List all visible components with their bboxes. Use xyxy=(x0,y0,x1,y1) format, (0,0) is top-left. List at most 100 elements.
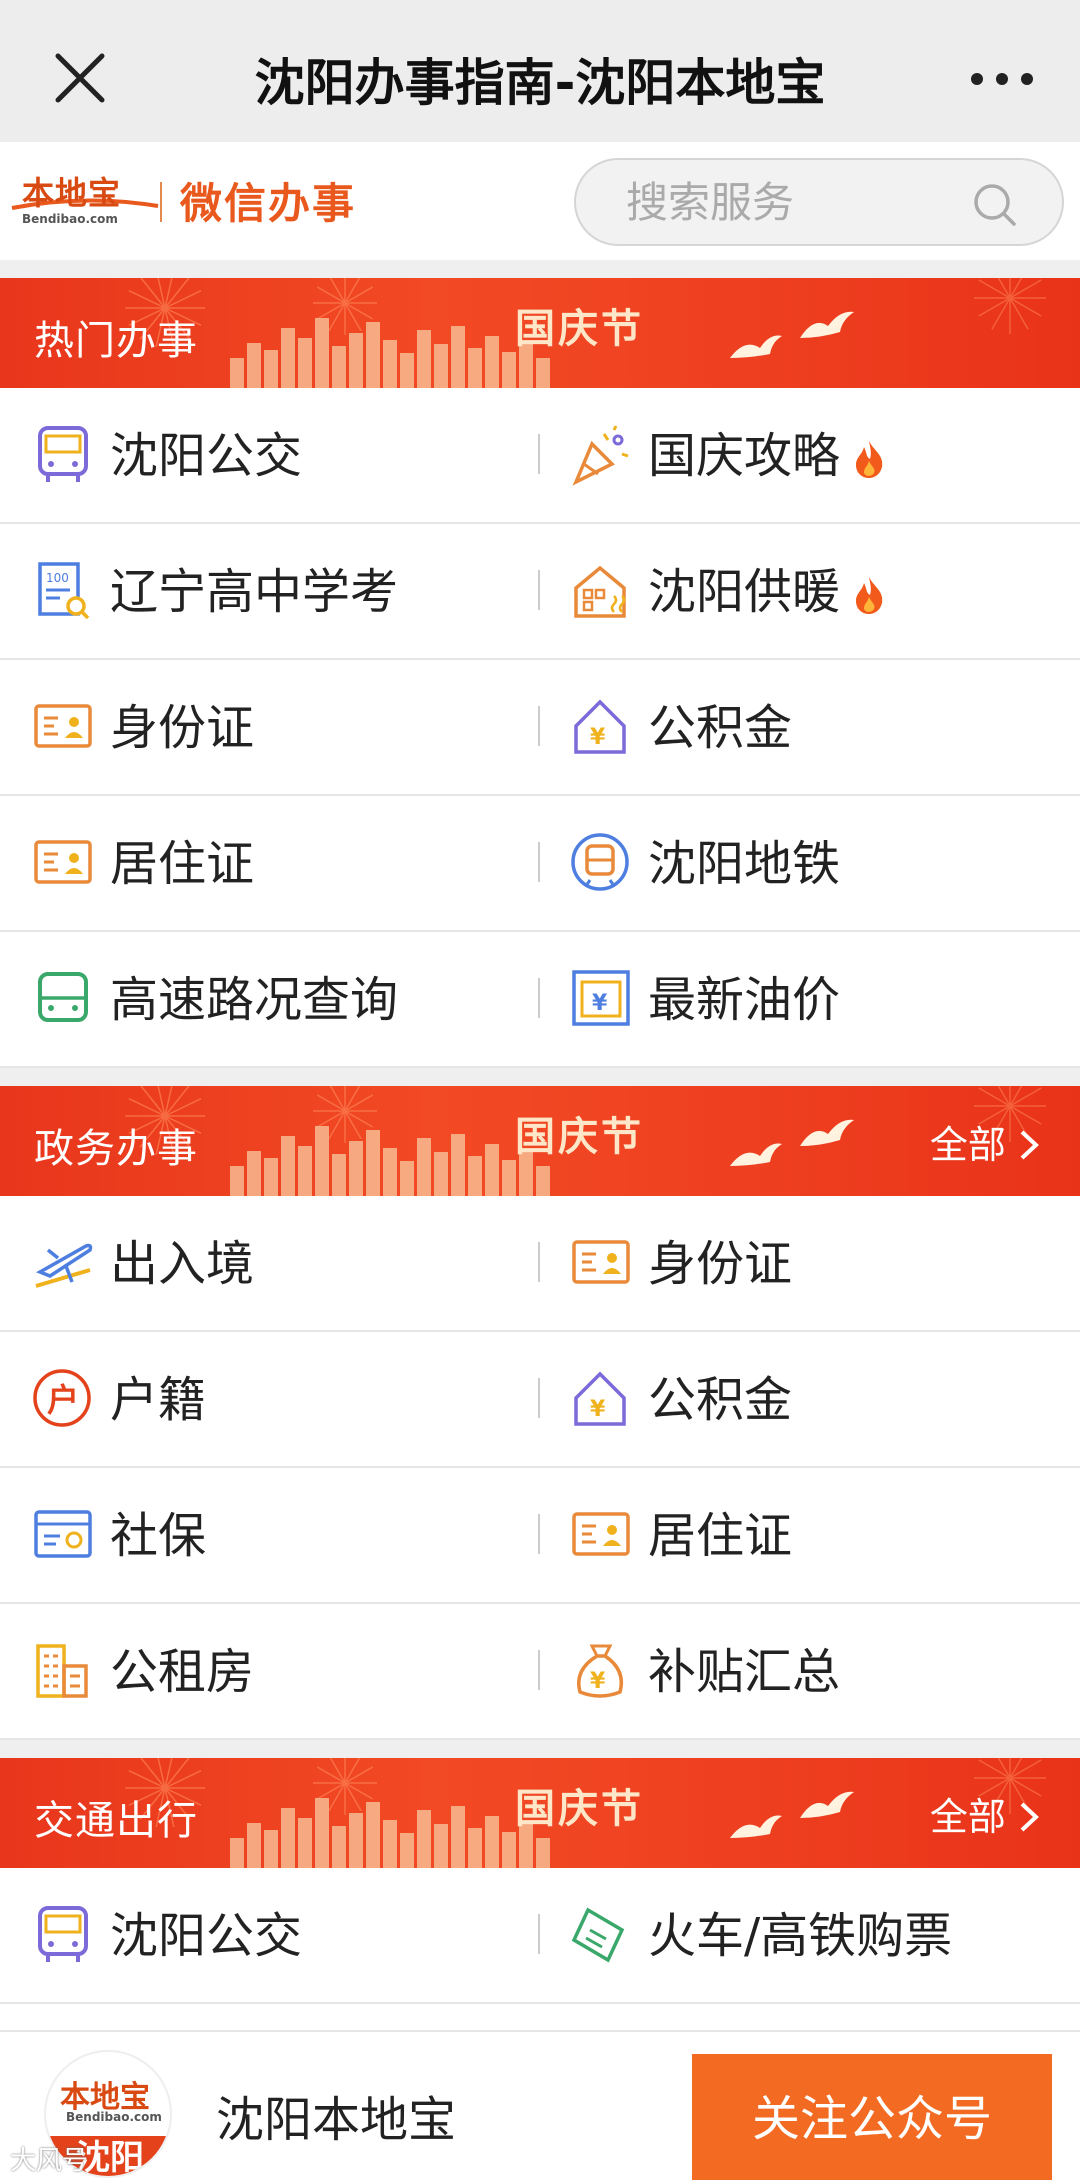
logo-subtext: Bendibao.com xyxy=(22,212,118,226)
section-title: 交通出行 xyxy=(34,1798,198,1844)
service-label: 公租房 xyxy=(110,1644,255,1700)
service-label: 居住证 xyxy=(110,836,255,892)
service-label: 身份证 xyxy=(110,700,255,756)
section-banner: 政务办事 国庆节 全部 xyxy=(0,1086,1080,1196)
service-item[interactable]: 户 户籍 xyxy=(0,1332,540,1466)
service-row: 居住证 沈阳地铁 xyxy=(0,796,1080,932)
service-label: 沈阳地铁 xyxy=(648,836,841,892)
service-row: 身份证 ¥ 公积金 xyxy=(0,660,1080,796)
holiday-label: 国庆节 xyxy=(515,1785,644,1832)
svg-text:¥: ¥ xyxy=(592,991,608,1016)
chevron-right-icon xyxy=(1020,1802,1039,1832)
service-item[interactable]: 身份证 xyxy=(0,660,540,794)
oil-price-icon: ¥ xyxy=(572,970,630,1026)
row-divider xyxy=(538,1378,540,1418)
service-item[interactable]: 沈阳公交 xyxy=(0,388,540,522)
service-label: 辽宁高中学考 xyxy=(110,564,399,620)
bus-icon xyxy=(38,426,88,482)
service-item[interactable]: 高速路况查询 xyxy=(0,932,540,1066)
follow-account-button[interactable]: 关注公众号 xyxy=(692,2054,1052,2180)
bendibao-logo[interactable]: 本地宝 Bendibao.com xyxy=(10,170,160,234)
section-banner: 热门办事 国庆节 xyxy=(0,278,1080,388)
service-row: 沈阳公交 火车/高铁购票 xyxy=(0,1868,1080,2004)
service-label: 沈阳供暖 xyxy=(648,562,886,622)
service-item[interactable]: 沈阳公交 xyxy=(0,1868,540,2002)
service-label: 居住证 xyxy=(648,1508,793,1564)
row-divider xyxy=(538,1914,540,1954)
view-all-link[interactable]: 全部 xyxy=(930,1786,1040,1841)
service-label: 户籍 xyxy=(110,1372,207,1428)
household-icon: 户 xyxy=(33,1369,91,1427)
service-item[interactable]: ¥ 最新油价 xyxy=(540,932,1080,1066)
service-item[interactable]: 居住证 xyxy=(540,1468,1080,1602)
footer-bar: 本地宝 Bendibao.com 沈阳 沈阳本地宝 关注公众号 xyxy=(0,2030,1080,2180)
svg-text:¥: ¥ xyxy=(590,1669,606,1694)
highway-icon xyxy=(38,972,88,1022)
firework-decoration xyxy=(974,278,1046,334)
service-item[interactable]: 沈阳供暖 xyxy=(540,524,1080,658)
section-title: 热门办事 xyxy=(34,318,198,364)
service-row: 沈阳公交 国庆攻略 xyxy=(0,388,1080,524)
id-card-icon xyxy=(34,840,92,884)
section-title: 政务办事 xyxy=(34,1126,198,1172)
close-icon[interactable] xyxy=(52,50,108,106)
city-skyline-decoration xyxy=(230,318,550,388)
service-item[interactable]: 沈阳地铁 xyxy=(540,796,1080,930)
hot-fire-icon xyxy=(856,577,883,614)
id-card-icon xyxy=(34,704,92,748)
service-label: 补贴汇总 xyxy=(648,1644,841,1700)
service-item[interactable]: 火车/高铁购票 xyxy=(540,1868,1080,2002)
service-label: 火车/高铁购票 xyxy=(648,1908,953,1964)
view-all-label: 全部 xyxy=(929,1795,1006,1839)
section-banner: 交通出行 国庆节 全部 xyxy=(0,1758,1080,1868)
fund-house-icon: ¥ xyxy=(574,1371,626,1426)
search-icon[interactable] xyxy=(972,182,1018,228)
service-label: 国庆攻略 xyxy=(648,426,886,486)
service-item[interactable]: 居住证 xyxy=(0,796,540,930)
social-card-icon xyxy=(34,1510,92,1558)
row-divider xyxy=(538,434,540,474)
service-item[interactable]: ¥ 公积金 xyxy=(540,1332,1080,1466)
plane-icon xyxy=(35,1243,93,1288)
service-item[interactable]: ¥ 补贴汇总 xyxy=(540,1604,1080,1738)
hot-fire-icon xyxy=(856,441,883,478)
service-item[interactable]: ¥ 公积金 xyxy=(540,660,1080,794)
wechat-service-title: 微信办事 xyxy=(180,179,357,228)
service-item[interactable]: 100 辽宁高中学考 xyxy=(0,524,540,658)
section-gap xyxy=(0,1068,1080,1086)
exam-icon: 100 xyxy=(38,562,90,620)
service-item[interactable]: 国庆攻略 xyxy=(540,388,1080,522)
service-row: 100 辽宁高中学考 沈阳供暖 xyxy=(0,524,1080,660)
view-all-link[interactable]: 全部 xyxy=(930,1114,1040,1169)
city-skyline-decoration xyxy=(230,1126,550,1196)
page-title: 沈阳办事指南-沈阳本地宝 xyxy=(254,54,826,112)
service-row: 公租房 ¥ 补贴汇总 xyxy=(0,1604,1080,1740)
row-divider xyxy=(538,842,540,882)
ticket-icon xyxy=(571,1907,625,1963)
service-item[interactable]: 公租房 xyxy=(0,1604,540,1738)
fund-house-icon: ¥ xyxy=(574,699,626,754)
service-item[interactable]: 社保 xyxy=(0,1468,540,1602)
metro-icon xyxy=(571,833,629,891)
more-icon[interactable] xyxy=(970,72,1034,86)
heating-icon xyxy=(574,565,626,618)
row-divider xyxy=(538,1242,540,1282)
city-skyline-decoration xyxy=(230,1798,550,1868)
row-divider xyxy=(538,1514,540,1554)
view-all-label: 全部 xyxy=(929,1123,1006,1167)
service-row: 社保 居住证 xyxy=(0,1468,1080,1604)
service-label: 沈阳公交 xyxy=(110,428,303,484)
dove-decoration xyxy=(730,311,854,358)
service-item[interactable]: 出入境 xyxy=(0,1196,540,1330)
service-label: 社保 xyxy=(110,1508,207,1564)
service-item[interactable]: 身份证 xyxy=(540,1196,1080,1330)
holiday-label: 国庆节 xyxy=(515,305,644,352)
search-input[interactable] xyxy=(626,170,986,234)
service-row: 高速路况查询 ¥ 最新油价 xyxy=(0,932,1080,1068)
search-box[interactable] xyxy=(574,158,1064,246)
title-bar: 沈阳办事指南-沈阳本地宝 xyxy=(0,0,1080,142)
svg-text:¥: ¥ xyxy=(590,1397,606,1422)
service-label: 公积金 xyxy=(648,1372,793,1428)
service-row: 户 户籍 ¥ 公积金 xyxy=(0,1332,1080,1468)
service-label: 出入境 xyxy=(110,1236,255,1292)
